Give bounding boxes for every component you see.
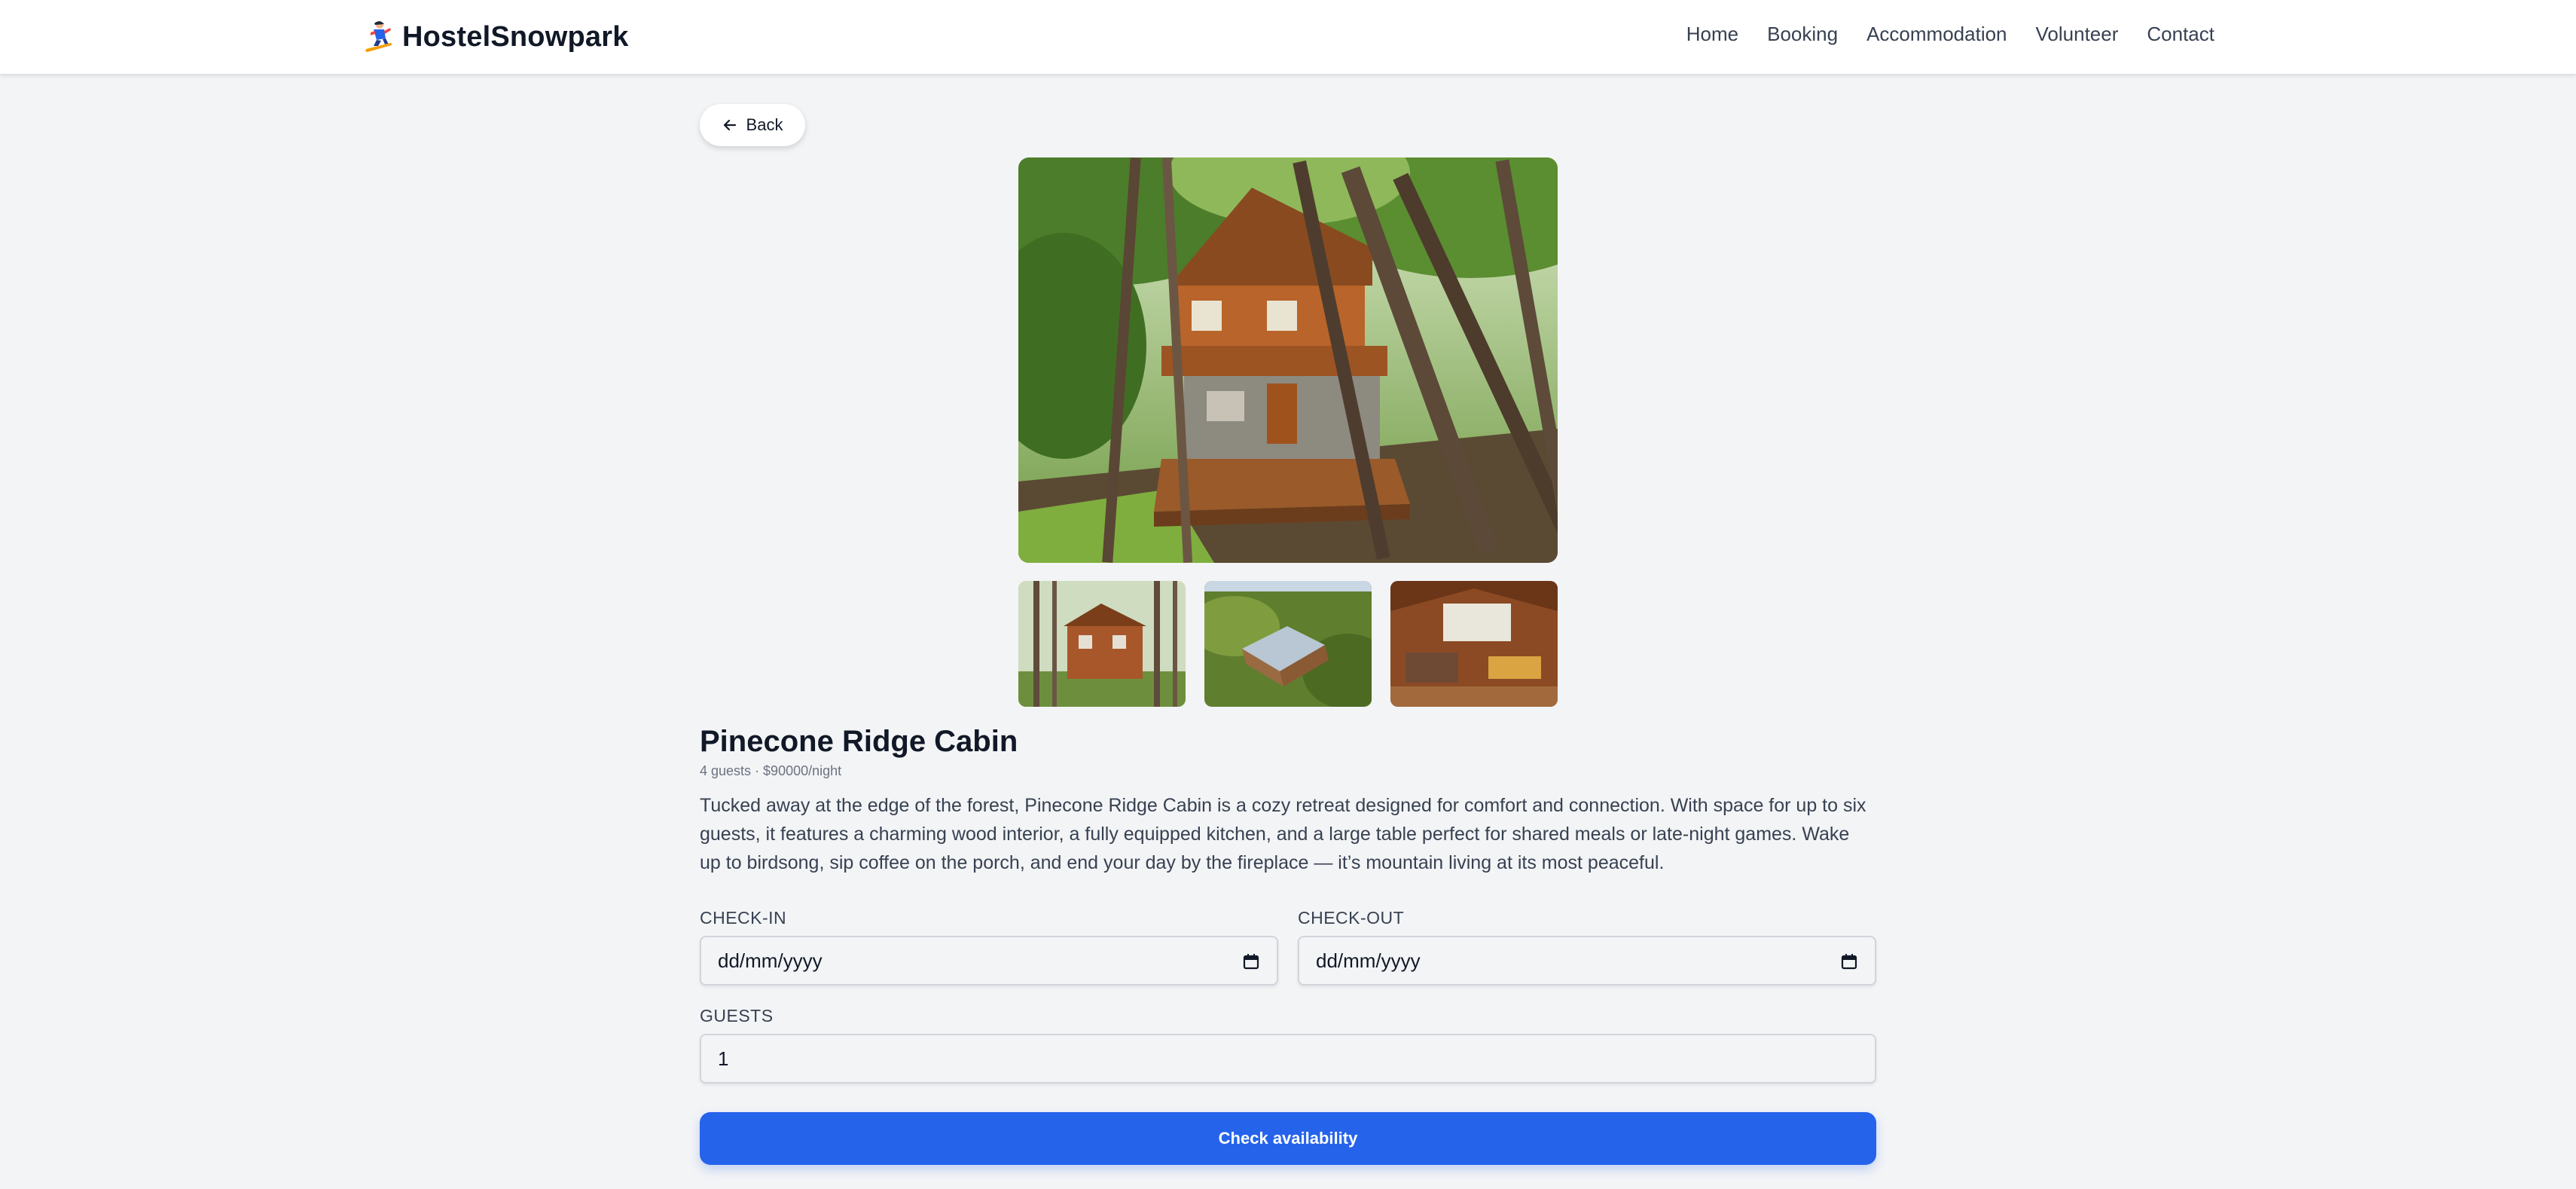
checkout-date-input[interactable]: dd/mm/yyyy (1298, 936, 1876, 986)
brand-logo[interactable]: HostelSnowpark (363, 20, 629, 54)
checkin-date-value: dd/mm/yyyy (718, 949, 823, 972)
guests-value: 1 (718, 1047, 729, 1070)
nav-home[interactable]: Home (1686, 23, 1738, 46)
brand-name: HostelSnowpark (402, 20, 629, 53)
checkout-label: CHECK-OUT (1298, 908, 1405, 928)
back-label: Back (746, 115, 783, 134)
check-availability-button[interactable]: Check availability (700, 1112, 1876, 1165)
nav-accommodation[interactable]: Accommodation (1866, 23, 2007, 46)
nav-booking[interactable]: Booking (1767, 23, 1838, 46)
cabin-interior-thumbnail (1390, 581, 1558, 707)
gallery-thumbnail-3[interactable] (1390, 581, 1558, 707)
site-header: HostelSnowpark Home Booking Accommodatio… (0, 0, 2576, 74)
gallery-thumbnail-2[interactable] (1204, 581, 1372, 707)
arrow-left-icon (723, 119, 736, 131)
checkin-label: CHECK-IN (700, 908, 787, 928)
nav-volunteer[interactable]: Volunteer (2036, 23, 2119, 46)
listing-description: Tucked away at the edge of the forest, P… (700, 795, 1866, 873)
cabin-roof-aerial-thumbnail (1204, 581, 1372, 707)
checkin-date-input[interactable]: dd/mm/yyyy (700, 936, 1278, 986)
main-photo (1018, 157, 1558, 563)
checkout-date-value: dd/mm/yyyy (1316, 949, 1421, 972)
back-button[interactable]: Back (700, 104, 805, 146)
listing-title: Pinecone Ridge Cabin (700, 725, 1018, 758)
main-nav: Home Booking Accommodation Volunteer Con… (1686, 23, 2214, 46)
calendar-icon[interactable] (1242, 952, 1260, 970)
gallery-thumbnail-1[interactable] (1018, 581, 1186, 707)
nav-contact[interactable]: Contact (2147, 23, 2214, 46)
calendar-icon[interactable] (1840, 952, 1858, 970)
listing-meta: 4 guests · $90000/night (700, 763, 842, 778)
cabin-exterior-thumbnail (1018, 581, 1186, 707)
snowboarder-icon (365, 21, 392, 52)
guests-label: GUESTS (700, 1006, 774, 1025)
cabin-in-forest-photo (1018, 157, 1558, 563)
guests-input[interactable]: 1 (700, 1034, 1876, 1084)
